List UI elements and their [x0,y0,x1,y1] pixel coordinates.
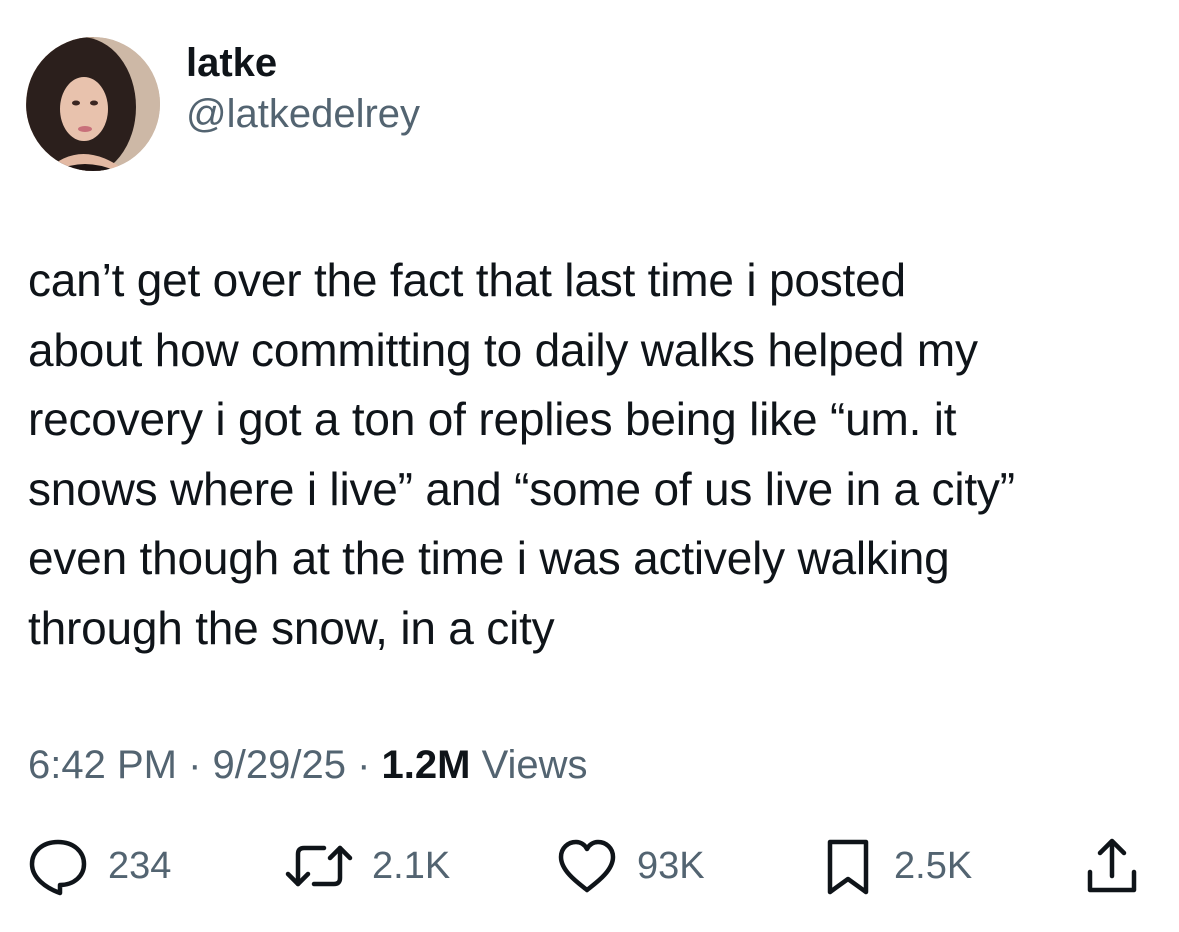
reply-count: 234 [108,845,172,887]
action-bar: 234 2.1K 93K 2.5K [0,836,1179,896]
like-button[interactable]: 93K [555,836,705,896]
like-count: 93K [637,845,705,887]
repost-count: 2.1K [372,845,451,887]
tweet-date[interactable]: 9/29/25 [213,743,346,787]
display-name[interactable]: latke [186,40,420,86]
repost-icon [285,845,353,887]
views-label: Views [470,743,588,787]
reply-icon [29,839,87,896]
share-icon [1087,838,1137,893]
tweet-meta: 6:42 PM · 9/29/25 · 1.2M Views [28,740,588,790]
tweet-text: can’t get over the fact that last time i… [28,254,1015,654]
share-button[interactable] [1082,836,1142,896]
avatar[interactable] [26,37,160,171]
avatar-image [26,37,160,171]
bookmark-icon [827,839,869,895]
bookmark-button[interactable]: 2.5K [820,836,972,896]
repost-button[interactable]: 2.1K [284,836,450,896]
meta-separator: · [176,743,213,787]
bookmark-count: 2.5K [894,845,973,887]
tweet-time[interactable]: 6:42 PM [28,743,177,787]
tweet-header: latke @latkedelrey [26,36,420,172]
meta-separator: · [345,743,382,787]
heart-icon [558,839,616,893]
reply-button[interactable]: 234 [26,836,171,896]
user-handle[interactable]: @latkedelrey [186,90,420,138]
views-count: 1.2M [381,743,471,787]
